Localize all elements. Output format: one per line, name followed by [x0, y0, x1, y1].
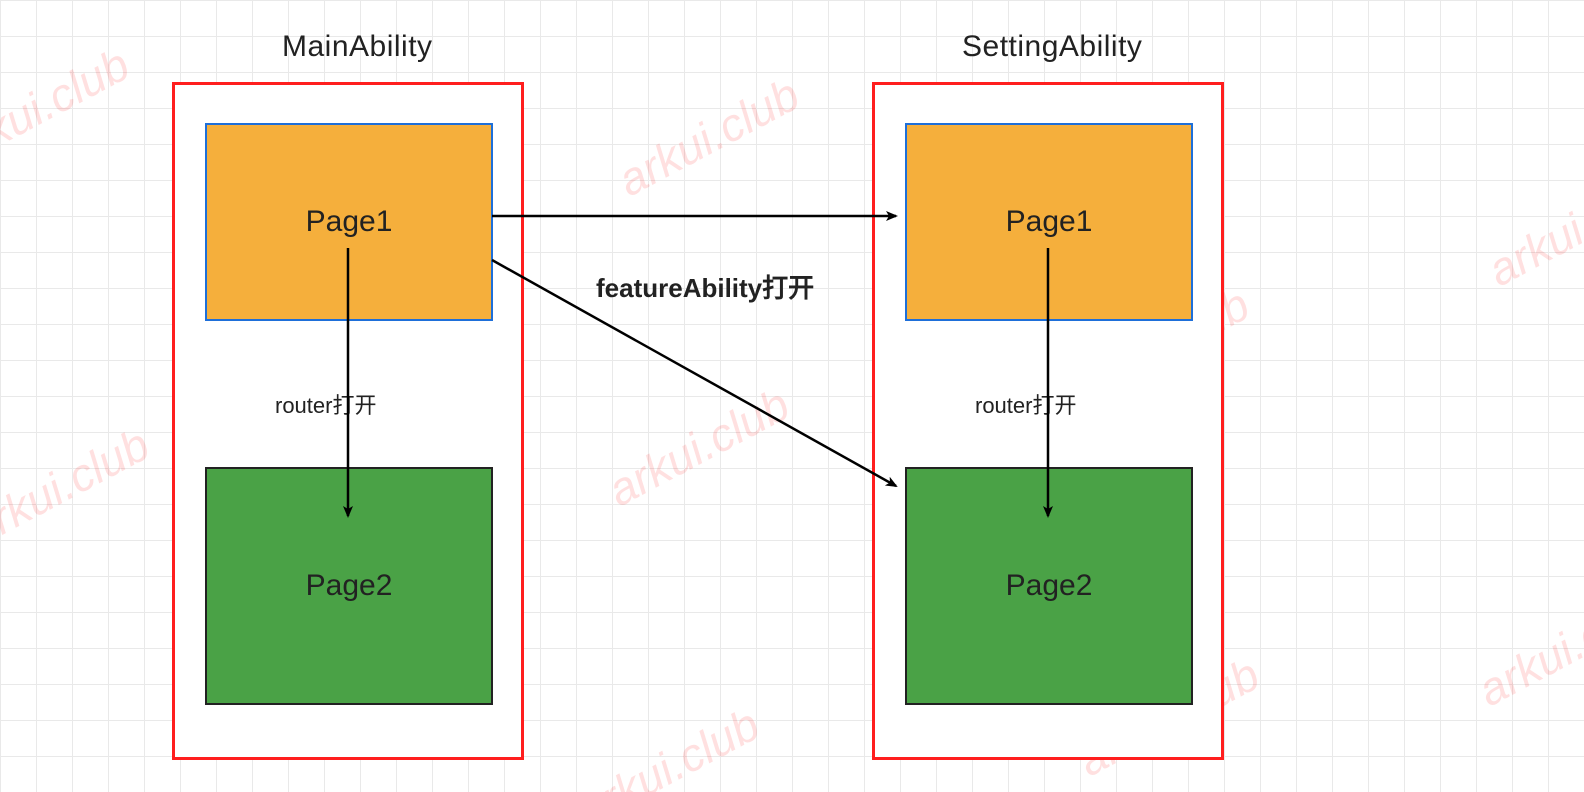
right-router-label: router打开 [975, 388, 1076, 420]
setting-page2-box: Page2 [905, 467, 1193, 705]
setting-ability-title: SettingAbility [962, 30, 1142, 64]
main-page2-box: Page2 [205, 467, 493, 705]
main-page2-label: Page2 [306, 569, 393, 603]
feature-ability-label: featureAbility打开 [596, 268, 814, 305]
main-ability-title: MainAbility [282, 30, 433, 64]
left-router-label: router打开 [275, 388, 376, 420]
diagram-canvas: arkui.club arkui.club arkui.club arkui.c… [0, 0, 1584, 792]
setting-page1-label: Page1 [1006, 205, 1093, 239]
main-page1-label: Page1 [306, 205, 393, 239]
main-ability-container: Page1 Page2 [172, 82, 524, 760]
setting-ability-container: Page1 Page2 [872, 82, 1224, 760]
main-page1-box: Page1 [205, 123, 493, 321]
setting-page2-label: Page2 [1006, 569, 1093, 603]
setting-page1-box: Page1 [905, 123, 1193, 321]
